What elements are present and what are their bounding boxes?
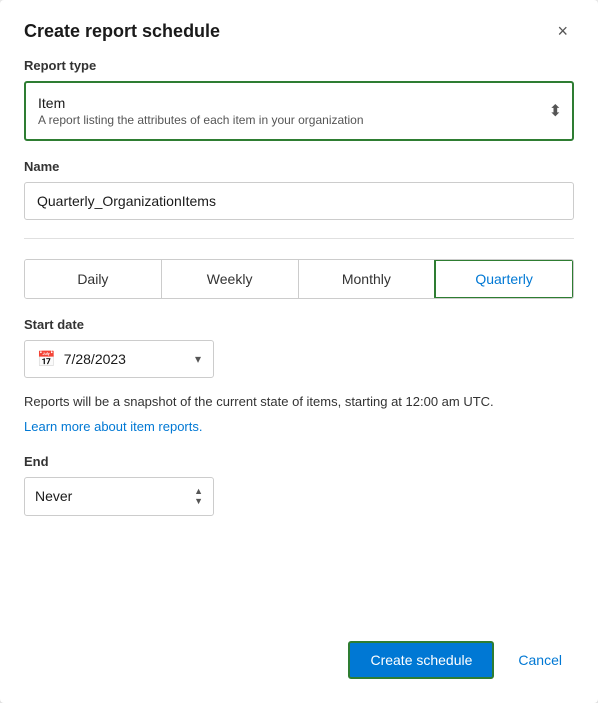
info-text: Reports will be a snapshot of the curren… (24, 392, 574, 412)
dialog-header: Create report schedule × (0, 0, 598, 58)
report-type-item-name: Item (38, 95, 532, 111)
name-input[interactable] (24, 182, 574, 220)
report-type-dropdown[interactable]: Item A report listing the attributes of … (24, 81, 574, 141)
calendar-icon: 📅 (37, 350, 56, 368)
dialog-footer: Create schedule Cancel (0, 625, 598, 703)
report-type-section: Report type Item A report listing the at… (24, 58, 574, 141)
end-value: Never (35, 488, 72, 504)
info-section: Reports will be a snapshot of the curren… (24, 392, 574, 436)
divider (24, 238, 574, 239)
report-type-item-desc: A report listing the attributes of each … (38, 113, 532, 127)
report-type-arrow-icon: ⬍ (549, 101, 562, 121)
end-stepper[interactable]: ▲ ▼ (194, 487, 203, 506)
date-chevron-icon: ▾ (195, 352, 201, 366)
tab-weekly[interactable]: Weekly (162, 260, 299, 298)
tab-quarterly[interactable]: Quarterly (434, 259, 574, 299)
name-label: Name (24, 159, 574, 174)
tab-monthly[interactable]: Monthly (299, 260, 436, 298)
name-section: Name (24, 159, 574, 220)
cancel-button[interactable]: Cancel (506, 643, 574, 677)
learn-more-link[interactable]: Learn more about item reports. (24, 419, 202, 434)
create-report-schedule-dialog: Create report schedule × Report type Ite… (0, 0, 598, 703)
stepper-down-icon[interactable]: ▼ (194, 497, 203, 506)
close-button[interactable]: × (551, 20, 574, 42)
end-dropdown[interactable]: Never ▲ ▼ (24, 477, 214, 516)
tab-daily[interactable]: Daily (25, 260, 162, 298)
end-label: End (24, 454, 574, 469)
end-section: End Never ▲ ▼ (24, 454, 574, 516)
start-date-section: Start date 📅 7/28/2023 ▾ (24, 317, 574, 378)
report-type-label: Report type (24, 58, 574, 73)
create-schedule-button[interactable]: Create schedule (348, 641, 494, 679)
dialog-body: Report type Item A report listing the at… (0, 58, 598, 625)
date-picker-button[interactable]: 📅 7/28/2023 ▾ (24, 340, 214, 378)
dialog-title: Create report schedule (24, 21, 220, 42)
stepper-up-icon[interactable]: ▲ (194, 487, 203, 496)
start-date-label: Start date (24, 317, 574, 332)
frequency-section: Daily Weekly Monthly Quarterly (24, 259, 574, 299)
date-value: 7/28/2023 (64, 351, 126, 367)
frequency-tabs: Daily Weekly Monthly Quarterly (24, 259, 574, 299)
